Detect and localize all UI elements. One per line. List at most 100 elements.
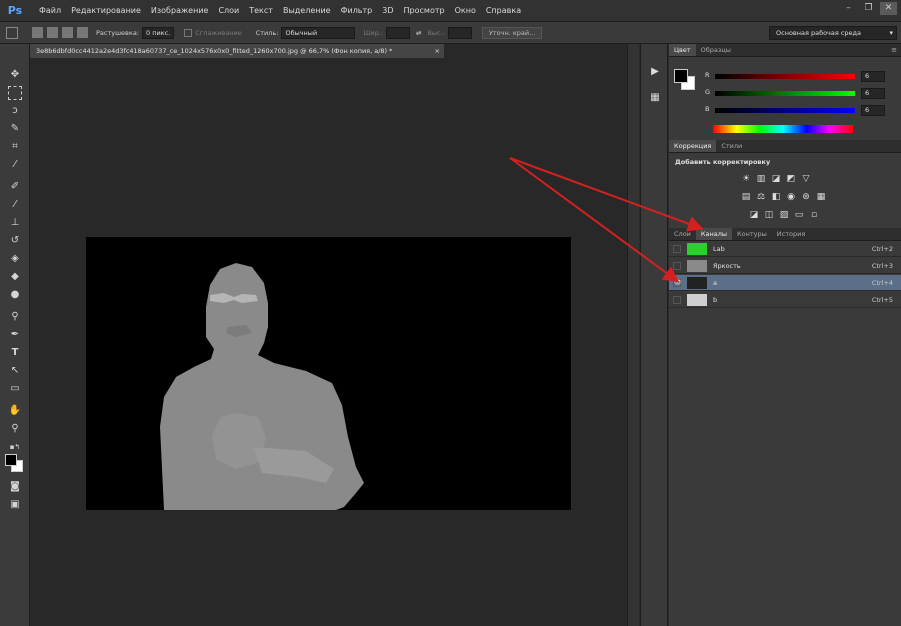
height-input[interactable]	[447, 26, 472, 39]
path-selection-tool-icon[interactable]: ↖	[8, 364, 22, 378]
shape-tool-icon[interactable]: ▭	[8, 382, 22, 396]
menu-select[interactable]: Выделение	[278, 0, 336, 22]
foreground-color-swatch[interactable]	[5, 454, 17, 466]
image-canvas[interactable]	[86, 237, 571, 510]
eraser-tool-icon[interactable]: ◈	[8, 252, 22, 266]
channel-row-b[interactable]: b Ctrl+5	[669, 292, 901, 308]
refine-edge-button[interactable]: Уточн. край...	[481, 26, 543, 39]
eyedropper-tool-icon[interactable]: ⁄	[8, 158, 22, 172]
blur-tool-icon[interactable]: ●	[8, 288, 22, 302]
photo-filter-icon[interactable]: ◉	[786, 192, 796, 202]
pen-tool-icon[interactable]: ✒	[8, 328, 22, 342]
new-selection-icon[interactable]	[32, 27, 43, 38]
minimize-button[interactable]: –	[840, 2, 857, 15]
style-select[interactable]: Обычный	[281, 26, 356, 39]
channel-visibility-toggle[interactable]	[673, 245, 681, 253]
black-white-icon[interactable]: ◧	[771, 192, 781, 202]
color-lookup-icon[interactable]: ▦	[816, 192, 826, 202]
move-tool-icon[interactable]: ✥	[8, 68, 22, 82]
quick-select-tool-icon[interactable]: ✎	[8, 122, 22, 136]
width-label: Шир.:	[363, 28, 384, 37]
color-foreground-swatch[interactable]	[674, 69, 688, 83]
brush-tool-icon[interactable]: ⁄	[8, 198, 22, 212]
clone-stamp-tool-icon[interactable]: ⊥	[8, 216, 22, 230]
paint-bucket-tool-icon[interactable]: ◆	[8, 270, 22, 284]
menu-filter[interactable]: Фильтр	[336, 0, 378, 22]
exposure-icon[interactable]: ◩	[786, 174, 796, 184]
menu-layers[interactable]: Слои	[213, 0, 244, 22]
menu-type[interactable]: Текст	[244, 0, 278, 22]
tab-color[interactable]: Цвет	[669, 44, 696, 56]
blue-input[interactable]: 6	[861, 105, 885, 116]
add-selection-icon[interactable]	[47, 27, 58, 38]
blue-label: B	[705, 105, 710, 113]
swap-icon[interactable]: ⇄	[416, 29, 421, 37]
red-input[interactable]: 6	[861, 71, 885, 82]
panel-menu-icon[interactable]: ≡	[891, 44, 897, 57]
channel-shortcut: Ctrl+4	[871, 279, 893, 287]
levels-icon[interactable]: ▥	[756, 174, 766, 184]
marquee-tool-icon[interactable]	[8, 86, 22, 100]
channel-visibility-toggle[interactable]	[673, 262, 681, 270]
blue-slider[interactable]	[715, 108, 855, 113]
channel-row-lightness[interactable]: Яркость Ctrl+3	[669, 258, 901, 274]
red-slider[interactable]	[715, 74, 855, 79]
posterize-icon[interactable]: ◫	[764, 210, 774, 220]
intersect-selection-icon[interactable]	[77, 27, 88, 38]
document-tab-close-icon[interactable]: ×	[435, 44, 440, 58]
channel-row-lab[interactable]: Lab Ctrl+2	[669, 241, 901, 257]
healing-brush-tool-icon[interactable]: ✐	[8, 180, 22, 194]
color-balance-icon[interactable]: ⚖	[756, 192, 766, 202]
properties-panel-icon[interactable]: ▦	[646, 90, 664, 106]
menu-3d[interactable]: 3D	[377, 0, 398, 22]
menu-help[interactable]: Справка	[481, 0, 526, 22]
history-brush-tool-icon[interactable]: ↺	[8, 234, 22, 248]
channel-row-a[interactable]: 👁 a Ctrl+4	[669, 275, 901, 291]
quick-mask-icon[interactable]: ◙	[8, 480, 22, 494]
collapsed-panel-dock: ▶ ▦	[640, 44, 668, 626]
feather-input[interactable]: 0 пикс.	[142, 26, 175, 39]
brightness-contrast-icon[interactable]: ☀	[741, 174, 751, 184]
menu-image[interactable]: Изображение	[146, 0, 214, 22]
menu-window[interactable]: Окно	[450, 0, 481, 22]
menu-items: Файл Редактирование Изображение Слои Тек…	[34, 0, 526, 22]
threshold-icon[interactable]: ▨	[779, 210, 789, 220]
vertical-scrollbar[interactable]	[627, 44, 639, 626]
channel-mixer-icon[interactable]: ⊛	[801, 192, 811, 202]
channel-visibility-toggle[interactable]	[673, 296, 681, 304]
type-tool-icon[interactable]: T	[8, 346, 22, 360]
menu-edit[interactable]: Редактирование	[66, 0, 146, 22]
gradient-map-icon[interactable]: ▭	[794, 210, 804, 220]
menu-file[interactable]: Файл	[34, 0, 66, 22]
green-slider-row: G 6	[705, 88, 895, 100]
eye-icon[interactable]: 👁	[673, 279, 682, 287]
menu-view[interactable]: Просмотр	[399, 0, 450, 22]
play-actions-icon[interactable]: ▶	[646, 64, 664, 80]
vibrance-icon[interactable]: ▽	[801, 174, 811, 184]
zoom-tool-icon[interactable]: ⚲	[8, 422, 22, 436]
subtract-selection-icon[interactable]	[62, 27, 73, 38]
restore-button[interactable]: ❐	[860, 2, 877, 15]
green-slider[interactable]	[715, 91, 855, 96]
hand-tool-icon[interactable]: ✋	[8, 404, 22, 418]
tab-swatches[interactable]: Образцы	[696, 44, 736, 56]
selective-color-icon[interactable]: ▫	[809, 210, 819, 220]
color-spectrum-bar[interactable]	[713, 125, 853, 133]
curves-icon[interactable]: ◪	[771, 174, 781, 184]
channel-name: a	[713, 279, 717, 287]
lasso-tool-icon[interactable]: ↄ	[8, 104, 22, 118]
workspace-select[interactable]: Основная рабочая среда	[769, 26, 897, 40]
default-colors-icon[interactable]: ▪↰	[8, 440, 22, 454]
close-button[interactable]: ✕	[880, 2, 897, 15]
dodge-tool-icon[interactable]: ⚲	[8, 310, 22, 324]
screen-mode-icon[interactable]: ▣	[8, 498, 22, 512]
width-input[interactable]	[386, 26, 411, 39]
invert-icon[interactable]: ◪	[749, 210, 759, 220]
green-input[interactable]: 6	[861, 88, 885, 99]
document-tab[interactable]: 3e8b6dbfd0cc4412a2e4d3fc418a60737_ce_102…	[30, 44, 444, 58]
hue-saturation-icon[interactable]: ▤	[741, 192, 751, 202]
marquee-preset-icon[interactable]	[6, 26, 18, 39]
crop-tool-icon[interactable]: ⌗	[8, 140, 22, 154]
antialias-checkbox[interactable]	[184, 28, 193, 37]
adjustments-title: Добавить корректировку	[675, 158, 771, 166]
